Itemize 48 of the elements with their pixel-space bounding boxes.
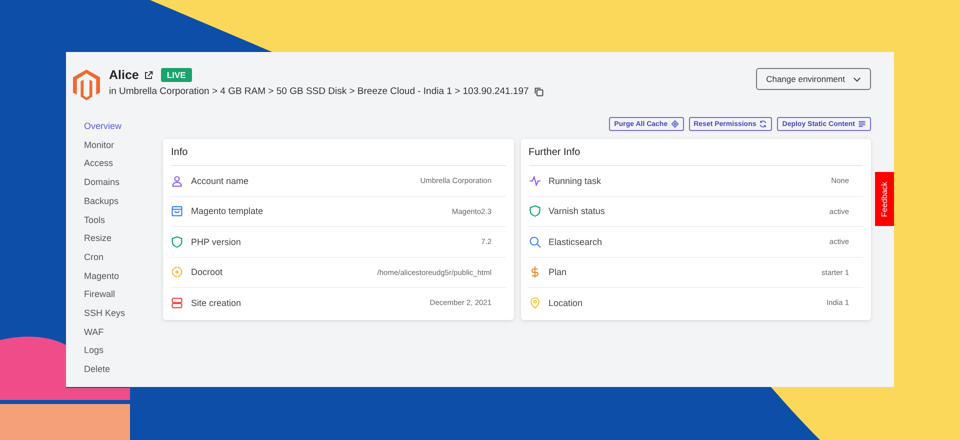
row-label: Varnish status	[548, 206, 605, 216]
row-label: Running task	[548, 176, 602, 186]
activity-icon	[528, 174, 540, 187]
breadcrumb: in Umbrella Corporation > 4 GB RAM > 50 GB SSD Disk > Breeze Cloud - India 1 > 103.90.241.197	[109, 86, 529, 97]
sidebar-item[interactable]: WAF	[84, 322, 163, 342]
sidebar-item[interactable]: Magento	[84, 266, 163, 286]
sidebar-item[interactable]: Backups	[84, 192, 163, 211]
row-label: PHP version	[191, 236, 241, 247]
shopping-bag-icon	[171, 205, 183, 218]
sidebar-item[interactable]: Monitor	[84, 136, 163, 154]
shield-icon	[528, 205, 540, 218]
logo-icon	[73, 69, 100, 101]
row-label: Site creation	[191, 298, 242, 308]
tag-icon	[670, 120, 679, 128]
sidebar-item[interactable]: Access	[84, 154, 163, 174]
sidebar-item[interactable]: Resize	[84, 229, 163, 248]
row-label: Account name	[191, 176, 249, 186]
search-icon	[528, 236, 540, 248]
sidebar-item[interactable]: Delete	[84, 360, 163, 379]
refresh-icon	[759, 120, 768, 128]
sidebar-item[interactable]: SSH Keys	[84, 304, 163, 323]
card-title: Further Info	[528, 139, 863, 166]
sidebar-item[interactable]: Overview	[84, 117, 163, 136]
copy-icon[interactable]	[534, 86, 544, 96]
row-label: Plan	[548, 267, 567, 278]
map-pin-icon	[528, 296, 540, 309]
sidebar-item[interactable]: Firewall	[84, 285, 163, 304]
caret-icon	[853, 76, 861, 82]
sidebar-item[interactable]: Logs	[84, 341, 163, 360]
row-label: Docroot	[191, 267, 223, 278]
card-title: Info	[171, 139, 506, 166]
sidebar-item[interactable]: Cron	[84, 248, 163, 267]
live-badge: LIVE	[160, 68, 192, 82]
crosshair-icon	[171, 266, 183, 278]
feedback-tab[interactable]: Feedback	[875, 172, 894, 226]
server-icon	[171, 296, 183, 309]
row-label: Location	[548, 298, 583, 308]
list-icon	[858, 120, 866, 128]
sidebar-item[interactable]: Tools	[84, 210, 163, 230]
external-link-icon[interactable]	[144, 70, 153, 80]
site-name: Alice	[109, 68, 139, 82]
dollar-icon	[528, 266, 540, 278]
shield-icon	[171, 236, 183, 248]
row-label: Elasticsearch	[548, 236, 602, 247]
user-icon	[171, 174, 183, 187]
sidebar-item[interactable]: Domains	[84, 173, 163, 192]
row-label: Magento template	[191, 206, 264, 216]
change-environment-dropdown[interactable]: Change environment	[756, 68, 871, 90]
